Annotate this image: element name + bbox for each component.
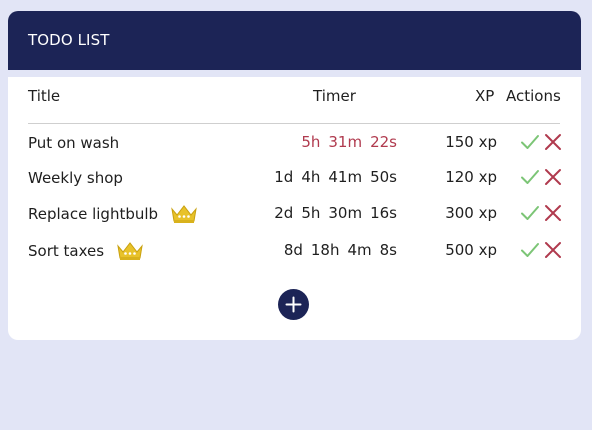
timer-cell: 8d 18h 4m 8s [276, 240, 397, 260]
table-row: Sort taxes 8d 18h 4m 8s 500 xp [0, 240, 592, 270]
check-icon[interactable] [520, 167, 540, 187]
xp-value: 120 xp [445, 168, 497, 186]
timer-segment: 2d [274, 204, 294, 222]
row-actions [520, 203, 564, 223]
timer-segment: 16s [370, 204, 397, 222]
row-actions [520, 132, 564, 152]
xp-value: 500 xp [445, 241, 497, 259]
timer-segment: 31m [328, 133, 363, 151]
card-header: TODO LIST [8, 11, 581, 70]
timer-segment: 4h [301, 168, 321, 186]
column-header-actions: Actions [506, 87, 561, 105]
plus-icon [285, 296, 302, 313]
timer-segment: 18h [310, 241, 340, 259]
todo-title-cell: Replace lightbulb [28, 203, 198, 224]
timer-segment: 41m [328, 168, 363, 186]
crown-icon [170, 204, 198, 224]
timer-segment: 5h [301, 204, 321, 222]
check-icon[interactable] [520, 132, 540, 152]
page-title: TODO LIST [28, 31, 110, 49]
table-row: Replace lightbulb 2d 5h 30m 16s 300 xp [0, 203, 592, 233]
xp-value: 150 xp [445, 133, 497, 151]
header-rule [28, 123, 560, 124]
table-row: Weekly shop 1d 4h 41m 50s 120 xp [0, 167, 592, 197]
header-divider [8, 70, 581, 77]
todo-title-cell: Sort taxes [28, 240, 144, 261]
timer-segment: 22s [370, 133, 397, 151]
close-icon[interactable] [543, 132, 563, 152]
timer-segment: 5h [301, 133, 321, 151]
column-header-timer: Timer [313, 87, 356, 105]
timer-segment: 8s [379, 241, 397, 259]
table-row: Put on wash 5h 31m 22s 150 xp [0, 132, 592, 162]
add-todo-button[interactable] [278, 289, 309, 320]
check-icon[interactable] [520, 203, 540, 223]
todo-title: Weekly shop [28, 168, 123, 187]
todo-title: Put on wash [28, 133, 120, 152]
todo-title: Replace lightbulb [28, 204, 159, 223]
close-icon[interactable] [543, 167, 563, 187]
close-icon[interactable] [543, 203, 563, 223]
column-header-title: Title [28, 87, 61, 105]
close-icon[interactable] [543, 240, 563, 260]
timer-cell: 1d 4h 41m 50s [266, 167, 397, 187]
row-actions [520, 167, 564, 187]
row-actions [520, 240, 564, 260]
todo-title-cell: Weekly shop [28, 167, 123, 188]
timer-segment: 1d [274, 168, 294, 186]
crown-icon [116, 241, 144, 261]
timer-segment: 4m [347, 241, 372, 259]
timer-cell: 2d 5h 30m 16s [266, 203, 397, 223]
todo-title: Sort taxes [28, 241, 105, 260]
timer-segment: 50s [370, 168, 397, 186]
timer-segment: 8d [283, 241, 303, 259]
timer-segment: 30m [328, 204, 363, 222]
timer-cell: 5h 31m 22s [293, 132, 397, 152]
column-header-xp: XP [475, 87, 495, 105]
todo-title-cell: Put on wash [28, 132, 119, 153]
xp-value: 300 xp [445, 204, 497, 222]
check-icon[interactable] [520, 240, 540, 260]
